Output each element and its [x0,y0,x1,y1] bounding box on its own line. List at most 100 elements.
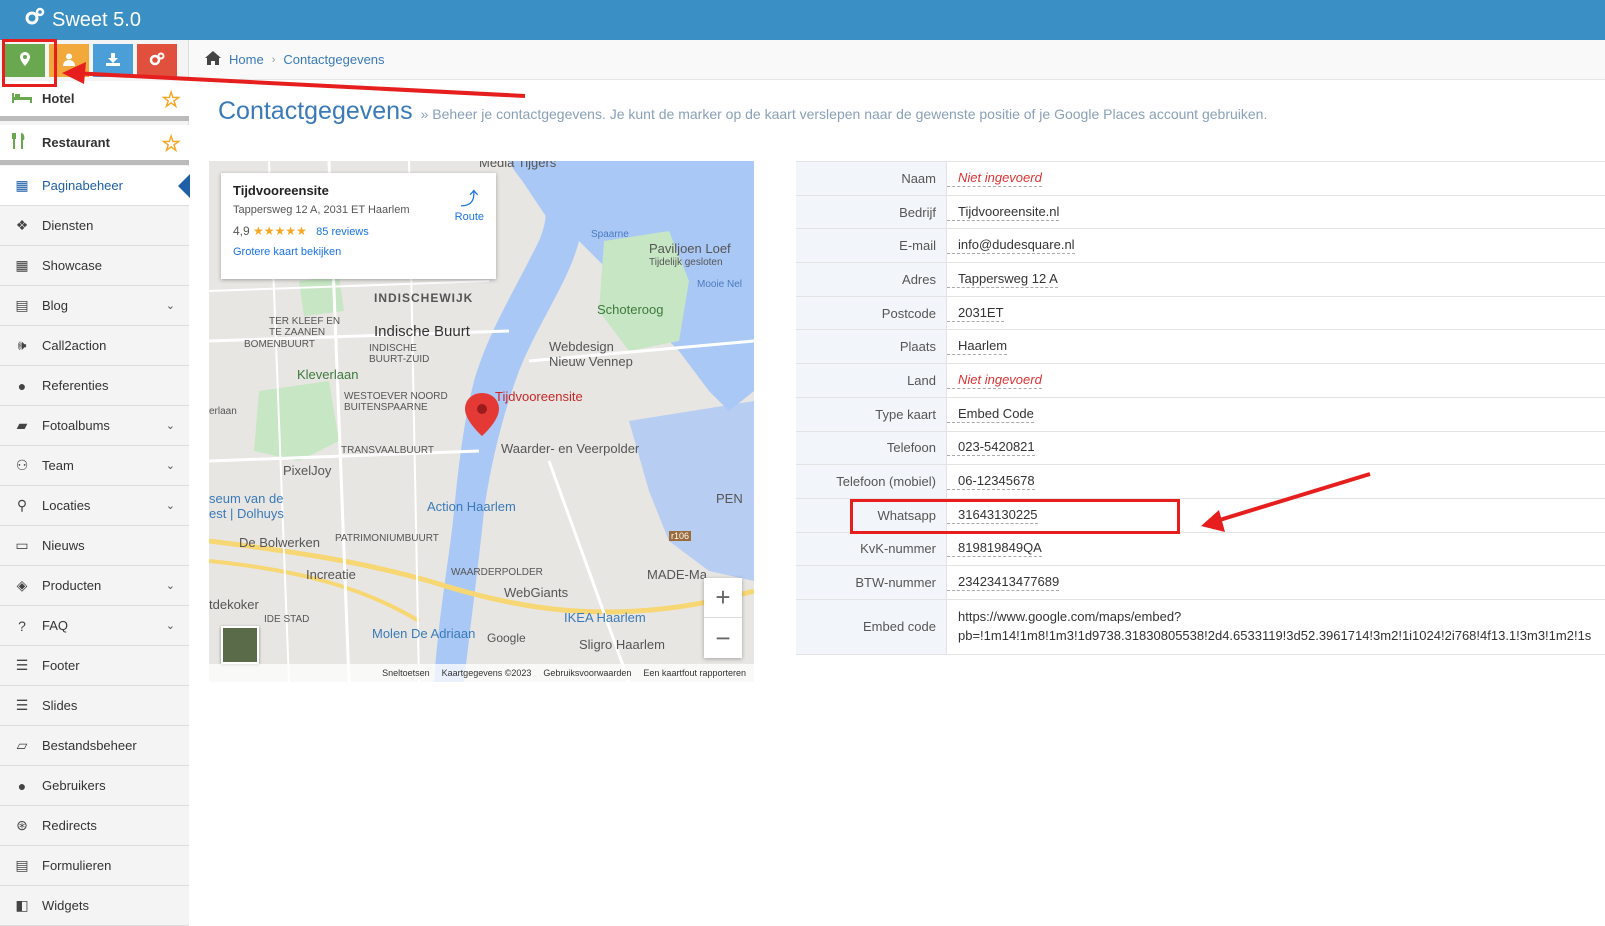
top-bar: Sweet 5.0 [0,0,1605,40]
chevron-down-icon: ⌄ [165,420,175,432]
larger-map-link[interactable]: Grotere kaart bekijken [233,246,484,258]
row-value[interactable]: 819819849QA [947,540,1042,558]
map-label: Schoteroog [597,302,664,317]
app-title: Sweet 5.0 [52,8,141,31]
map-marker-icon: ⚲ [16,497,28,513]
users-icon: ⚇ [15,457,29,473]
row-value[interactable]: info@dudesquare.nl [947,237,1075,255]
sidebar-item-label: Slides [42,698,78,713]
sidebar-item-redirects[interactable]: ⊛ Redirects [0,806,189,846]
grid-icon: ▦ [15,257,29,273]
zoom-in-button[interactable]: + [704,578,742,618]
directions-icon: ⤴ [460,189,479,209]
cubes-icon: ❖ [15,217,29,233]
row-value[interactable]: https://www.google.com/maps/embed? pb=!1… [947,609,1591,644]
row-label: BTW-nummer [796,566,947,599]
rating-stars: ★★★★★ [253,224,307,238]
google-map[interactable]: Media Tijgers Paviljoen Loef Tijdelijk g… [209,161,754,682]
gears-icon [24,7,46,33]
user-icon: ● [17,777,27,794]
map-marker-label[interactable]: Tijdvooreensite [495,389,583,404]
sidebar-item-gebruikers[interactable]: ● Gebruikers [0,766,189,806]
brand[interactable]: Sweet 5.0 [24,7,141,33]
route-label: Route [454,211,484,223]
sidebar-item-formulieren[interactable]: ▤ Formulieren [0,846,189,886]
sidebar-item-producten[interactable]: ◈ Producten ⌄ [0,566,189,606]
sidebar-item-showcase[interactable]: ▦ Showcase [0,246,189,286]
chevron-down-icon: ⌄ [165,620,175,632]
row-label: Adres [796,263,947,296]
sidebar-item-faq[interactable]: ? FAQ ⌄ [0,606,189,646]
sidebar-item-label: Referenties [42,378,109,393]
sidebar-item-nieuws[interactable]: ▭ Nieuws [0,526,189,566]
map-footer-shortcuts[interactable]: Sneltoetsen [382,668,430,678]
map-label: PixelJoy [283,463,332,478]
sidebar-item-bestandsbeheer[interactable]: ▱ Bestandsbeheer [0,726,189,766]
row-value[interactable]: Niet ingevoerd [947,170,1042,187]
table-row: Type kaart Embed Code [796,397,1605,432]
place-info-card: Tijdvooreensite Tappersweg 12 A, 2031 ET… [221,173,496,279]
row-value[interactable]: Haarlem [947,338,1008,356]
row-label: E-mail [796,229,947,263]
bed-icon [12,91,32,106]
sidebar-item-team[interactable]: ⚇ Team ⌄ [0,446,189,486]
book-icon: ▰ [16,417,28,433]
favorite-restaurant[interactable]: Restaurant ☆ [0,125,189,165]
map-label: Kleverlaan [297,367,359,382]
chevron-down-icon: ⌄ [165,580,175,592]
row-value[interactable]: 06-12345678 [947,473,1035,491]
place-name: Tijdvooreensite [233,183,329,198]
map-label: Tijdelijk gesloten [649,257,723,268]
rating-value: 4,9 [233,224,250,238]
sidebar-item-diensten[interactable]: ❖ Diensten [0,206,189,246]
row-value[interactable]: 023-5420821 [947,439,1035,457]
map-label: Mooie Nel [697,279,743,290]
sidebar-item-label: FAQ [42,618,69,633]
sidebar-item-fotoalbums[interactable]: ▰ Fotoalbums ⌄ [0,406,189,446]
sidebar-item-footer[interactable]: ☰ Footer [0,646,189,686]
row-value[interactable]: Embed Code [947,406,1034,423]
sidebar-item-label: Producten [42,578,102,593]
row-value[interactable]: Tappersweg 12 A [947,271,1058,288]
reviews-link[interactable]: 85 reviews [316,226,369,238]
map-label: Indische Buurt [374,323,470,340]
favorite-label: Restaurant [42,135,110,150]
sidebar-item-label: Paginabeheer [42,178,123,193]
row-label: Postcode [796,296,947,330]
sliders-icon: ☰ [15,697,29,713]
row-value[interactable]: 2031ET [947,305,1004,322]
map-label: WAARDERPOLDER [451,567,543,578]
volume-icon: 🕪 [17,337,27,353]
map-label: BOMENBUURT [244,339,315,350]
sidebar-item-slides[interactable]: ☰ Slides [0,686,189,726]
table-icon: ▦ [15,177,29,193]
map-footer-report[interactable]: Een kaartfout rapporteren [643,668,746,678]
satellite-toggle-button[interactable] [221,626,259,664]
map-label: r106 [669,531,692,541]
row-value[interactable]: Tijdvooreensite.nl [947,204,1060,221]
map-label: TRANSVAALBUURT [341,445,434,456]
sidebar-item-paginabeheer[interactable]: ▦ Paginabeheer [0,166,190,206]
sidebar-nav: ▦ Paginabeheer ❖ Diensten ▦ Showcase ▤ B… [0,166,190,926]
sidebar-item-label: Nieuws [42,538,85,553]
embed-code-line1: https://www.google.com/maps/embed? [958,609,1182,625]
sidebar-item-label: Footer [42,658,80,673]
sidebar-item-label: Fotoalbums [42,418,110,433]
sidebar-item-call2action[interactable]: 🕪 Call2action [0,326,189,366]
sidebar-item-label: Blog [42,298,69,313]
map-label: MADE-Ma [647,567,707,582]
sidebar-item-blog[interactable]: ▤ Blog ⌄ [0,286,189,326]
route-button[interactable]: ⤴ Route [455,185,484,223]
star-icon[interactable]: ☆ [161,131,181,157]
row-label: Plaats [796,330,947,364]
map-label: tdekoker [209,597,259,612]
sidebar-item-locaties[interactable]: ⚲ Locaties ⌄ [0,486,189,526]
chevron-down-icon: ⌄ [165,460,175,472]
row-value[interactable]: Niet ingevoerd [947,372,1042,389]
sidebar-item-label: Team [42,458,74,473]
sidebar-item-referenties[interactable]: ● Referenties [0,366,189,406]
sidebar-item-widgets[interactable]: ◧ Widgets [0,886,189,926]
map-footer-terms[interactable]: Gebruiksvoorwaarden [543,668,631,678]
zoom-out-button[interactable]: − [704,618,742,658]
row-value[interactable]: 23423413477689 [947,574,1060,592]
